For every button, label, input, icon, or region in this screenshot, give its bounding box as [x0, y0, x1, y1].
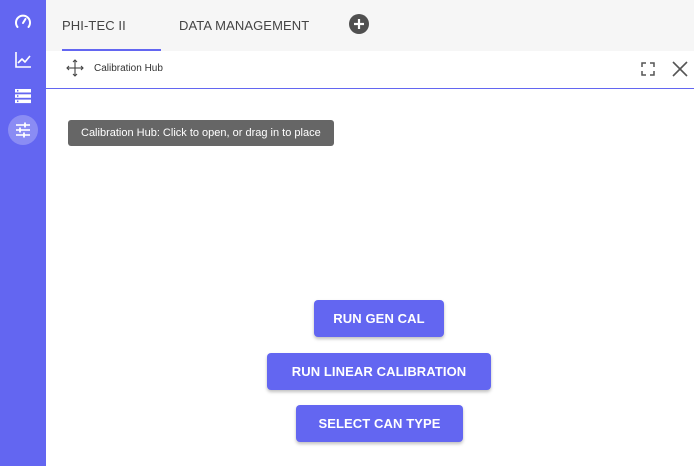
tab-label: PHI-TEC II [62, 18, 126, 33]
plus-icon [354, 19, 364, 29]
list-icon [15, 89, 31, 104]
sidebar-item-list[interactable] [0, 78, 46, 114]
tab-data-management[interactable]: DATA MANAGEMENT [179, 0, 309, 51]
add-tab-button[interactable] [349, 14, 369, 34]
sidebar-item-calibration[interactable] [0, 112, 46, 148]
sidebar-item-charts[interactable] [0, 42, 46, 78]
gauge-icon [15, 14, 31, 28]
select-can-type-button[interactable]: SELECT CAN TYPE [296, 405, 463, 442]
tooltip: Calibration Hub: Click to open, or drag … [68, 120, 334, 146]
close-icon[interactable] [670, 59, 690, 79]
sidebar [0, 0, 46, 466]
move-icon[interactable] [64, 57, 86, 79]
tab-phi-tec-ii[interactable]: PHI-TEC II [62, 0, 161, 51]
sliders-icon [16, 122, 30, 138]
run-gen-cal-button[interactable]: RUN GEN CAL [314, 300, 444, 337]
app-window: PHI-TEC II DATA MANAGEMENT Calibration H… [0, 0, 694, 466]
fullscreen-icon[interactable] [638, 59, 658, 79]
run-linear-calibration-button[interactable]: RUN LINEAR CALIBRATION [267, 353, 491, 390]
tab-bar: PHI-TEC II DATA MANAGEMENT [46, 0, 694, 51]
active-indicator [8, 115, 38, 145]
panel-title: Calibration Hub [94, 63, 163, 74]
panel-header: Calibration Hub [46, 51, 694, 89]
sidebar-item-dashboard[interactable] [0, 4, 46, 40]
tab-label: DATA MANAGEMENT [179, 18, 310, 33]
line-chart-icon [15, 52, 31, 68]
panel-content: Calibration Hub: Click to open, or drag … [46, 89, 694, 466]
